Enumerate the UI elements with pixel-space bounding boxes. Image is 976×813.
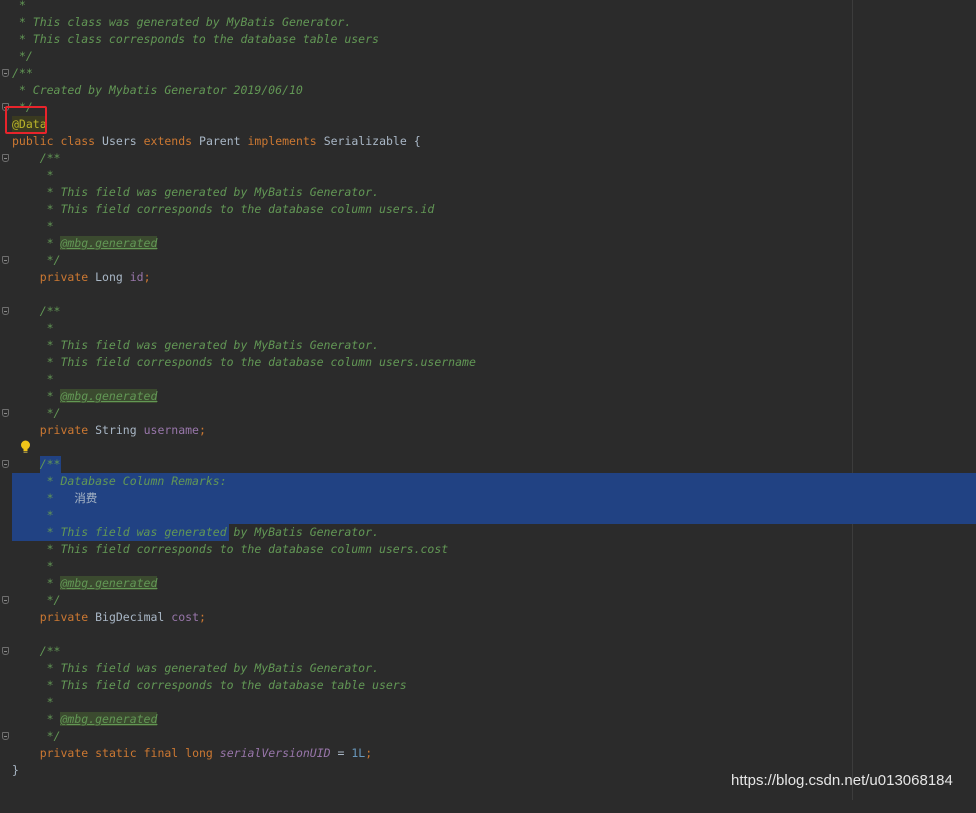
code-line: /** <box>0 65 33 82</box>
code-line: * @mbg.generated <box>12 712 158 726</box>
code-line: public class Users extends Parent implem… <box>12 134 421 148</box>
fold-marker-icon[interactable] <box>2 596 9 604</box>
code-line: /** <box>0 303 60 320</box>
code-line: * <box>12 695 54 709</box>
code-line: * This field corresponds to the database… <box>12 678 407 692</box>
code-line: * This field corresponds to the database… <box>12 355 476 369</box>
mbg-generated-tag: @mbg.generated <box>60 389 158 403</box>
code-editor[interactable]: * * This class was generated by MyBatis … <box>0 0 976 800</box>
fold-marker-icon[interactable] <box>2 460 9 468</box>
code-line: * This field corresponds to the database… <box>12 202 435 216</box>
fold-marker-icon[interactable] <box>2 307 9 315</box>
code-line: private BigDecimal cost; <box>39 610 206 624</box>
fold-marker-icon[interactable] <box>2 732 9 740</box>
mbg-generated-tag: @mbg.generated <box>60 712 158 726</box>
code-line: } <box>12 763 19 777</box>
code-line: */ <box>0 252 60 269</box>
code-line: * This class was generated by MyBatis Ge… <box>12 15 352 29</box>
code-line: * <box>12 321 54 335</box>
code-line: * Created by Mybatis Generator 2019/06/1… <box>12 83 303 97</box>
fold-marker-icon[interactable] <box>2 409 9 417</box>
code-line: */ <box>0 592 60 609</box>
code-line: * <box>12 0 26 12</box>
code-line: /** <box>0 456 60 473</box>
code-line: * <box>12 559 54 573</box>
mbg-generated-tag: @mbg.generated <box>60 576 158 590</box>
code-line: * This field was generated by MyBatis Ge… <box>12 661 379 675</box>
fold-marker-icon[interactable] <box>2 154 9 162</box>
code-line: */ <box>12 49 33 63</box>
code-line: * <box>12 219 54 233</box>
code-line: /** <box>0 150 60 167</box>
watermark: https://blog.csdn.net/u013068184 <box>731 772 953 789</box>
code-line: * <box>12 508 54 522</box>
code-line: private static final long serialVersionU… <box>39 746 373 760</box>
code-line: * <box>12 168 54 182</box>
fold-marker-icon[interactable] <box>2 256 9 264</box>
code-line: * Database Column Remarks: <box>12 474 227 488</box>
fold-marker-icon[interactable] <box>2 69 9 77</box>
code-line: */ <box>0 728 60 745</box>
code-line: * This field was generated by MyBatis Ge… <box>12 525 379 539</box>
code-line: * This class corresponds to the database… <box>12 32 379 46</box>
code-line: private String username; <box>39 423 206 437</box>
code-line: * @mbg.generated <box>12 576 158 590</box>
code-line: private Long id; <box>39 270 151 284</box>
code-line: * @mbg.generated <box>12 236 158 250</box>
code-line: * <box>12 372 54 386</box>
code-line: * This field was generated by MyBatis Ge… <box>12 185 379 199</box>
mbg-generated-tag: @mbg.generated <box>60 236 158 250</box>
code-line: * This field was generated by MyBatis Ge… <box>12 338 379 352</box>
lightbulb-icon[interactable] <box>20 440 31 454</box>
code-line: */ <box>0 405 60 422</box>
fold-marker-icon[interactable] <box>2 647 9 655</box>
code-line: /** <box>0 643 60 660</box>
code-line: * This field corresponds to the database… <box>12 542 449 556</box>
data-annotation-highlight <box>5 106 47 134</box>
code-line: * @mbg.generated <box>12 389 158 403</box>
code-line: * 消费 <box>12 491 98 505</box>
